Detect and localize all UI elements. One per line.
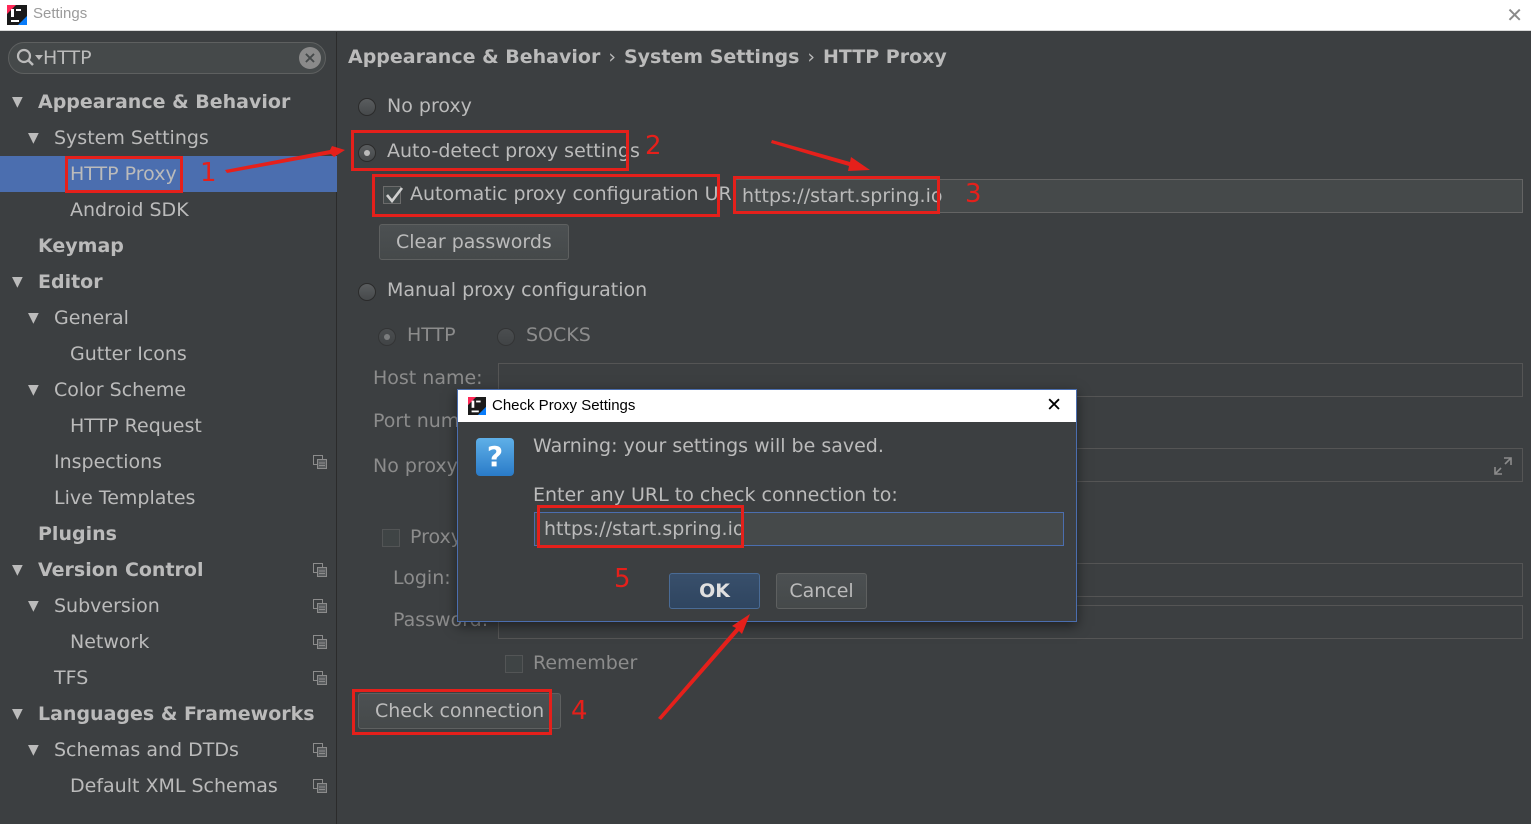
arrow-icon xyxy=(658,614,750,720)
arrow-icon xyxy=(225,146,345,173)
arrow-icon xyxy=(771,140,870,171)
annotation-arrows xyxy=(225,140,870,720)
